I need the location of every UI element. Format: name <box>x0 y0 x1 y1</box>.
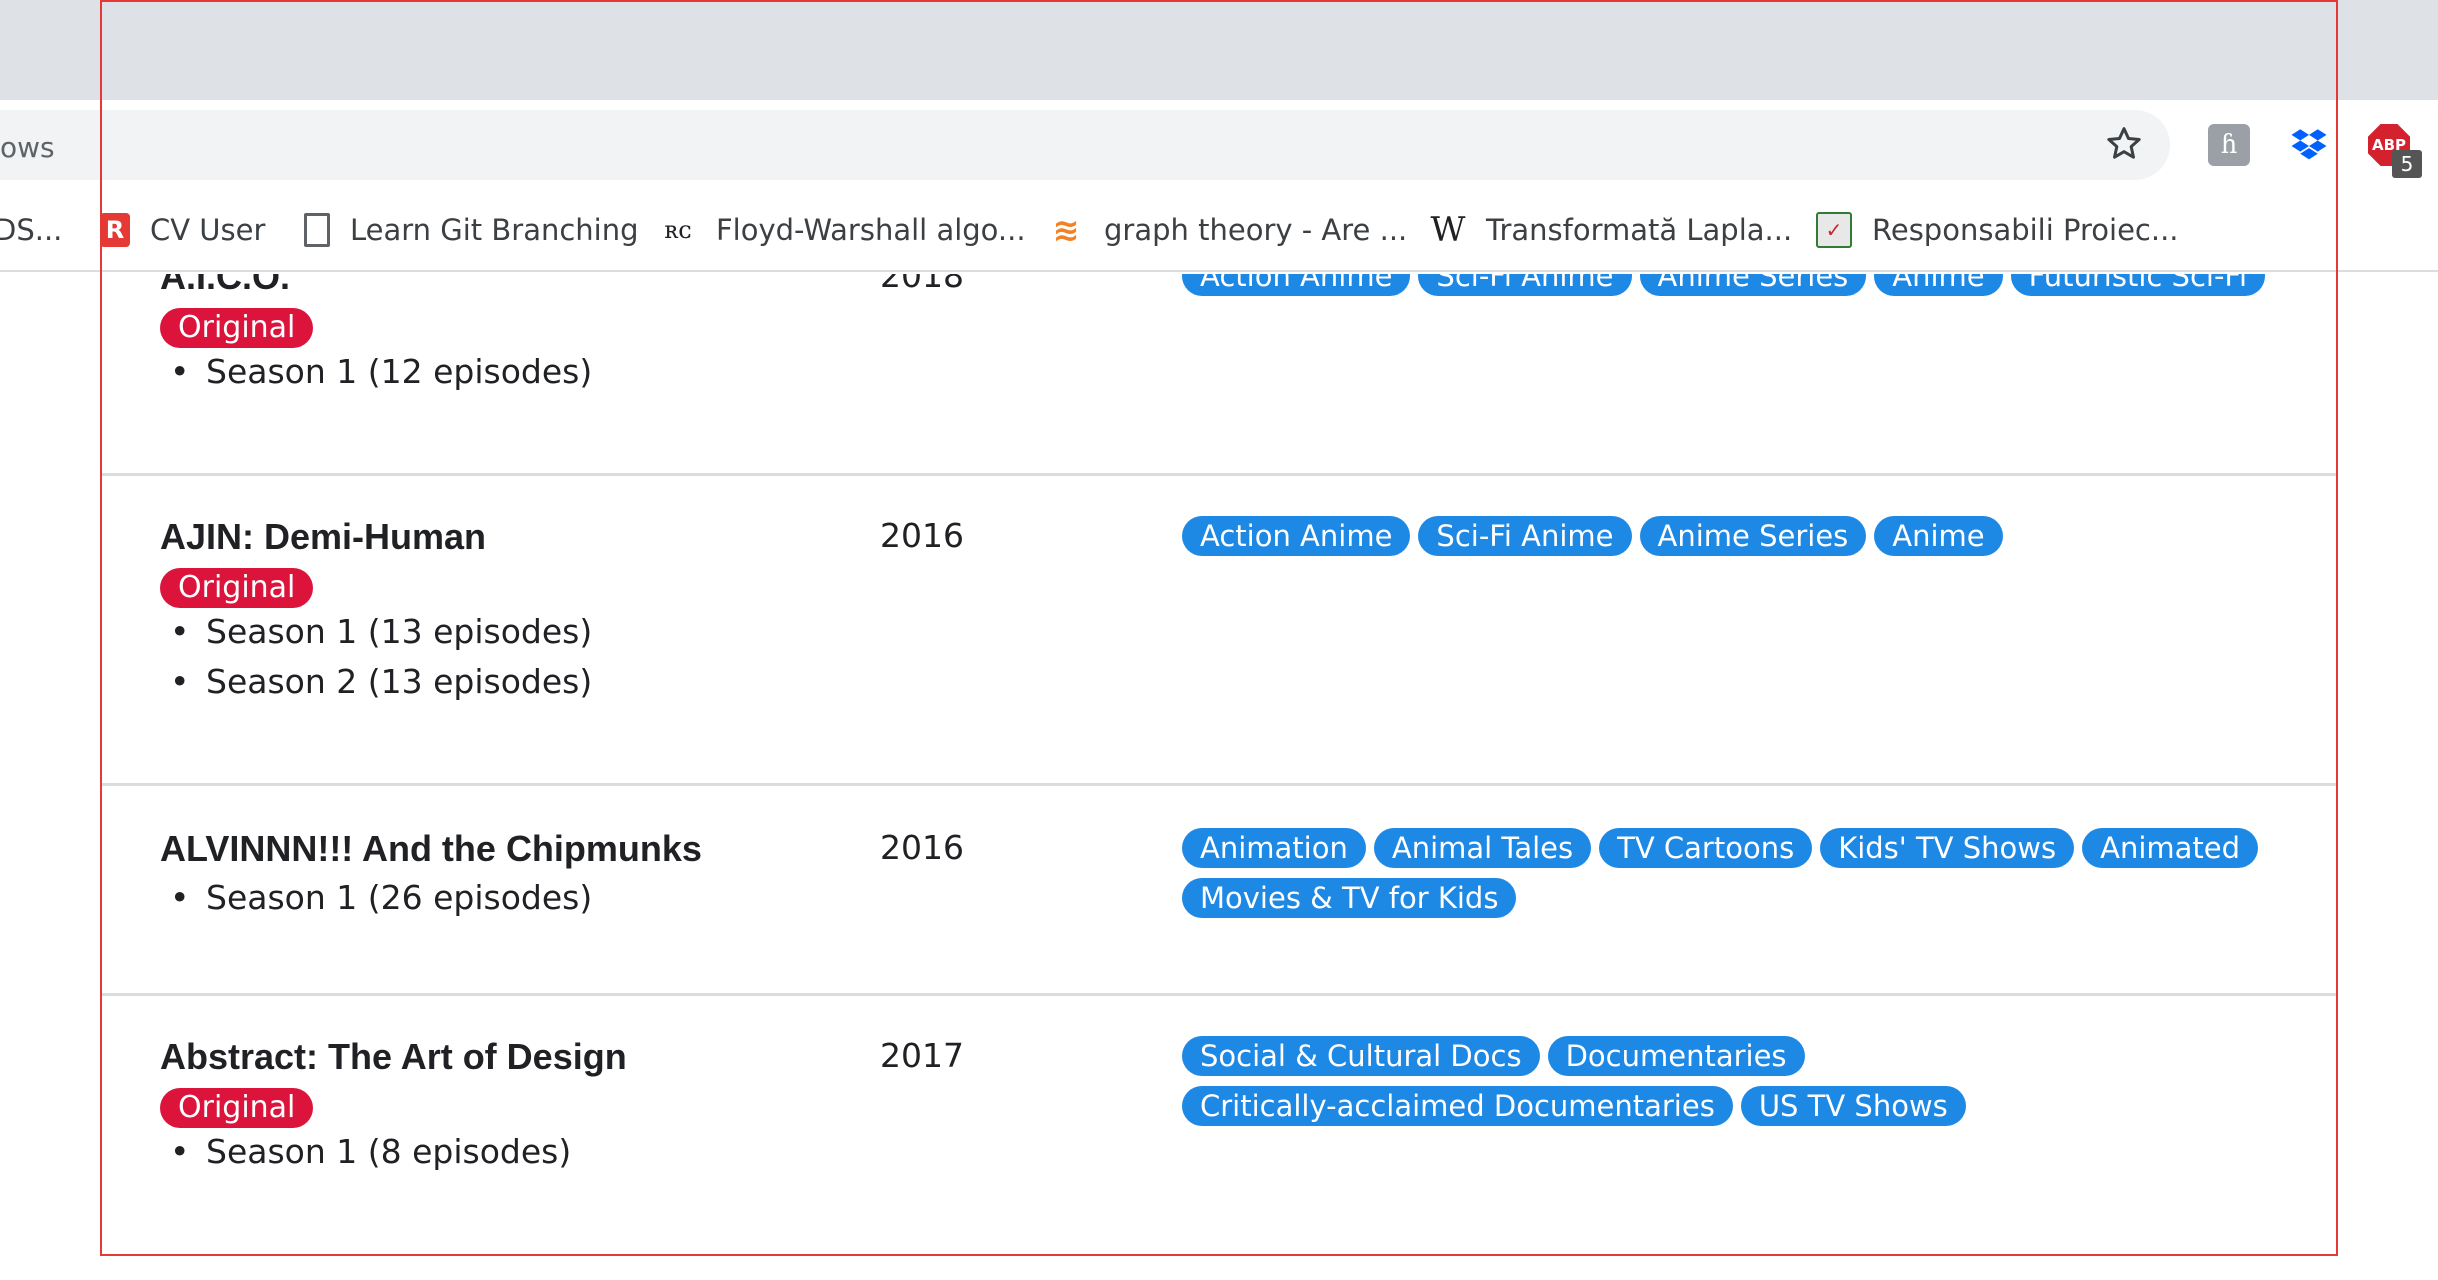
season-item: Season 1 (13 episodes) <box>170 612 592 651</box>
genre-tag[interactable]: Movies & TV for Kids <box>1182 878 1517 918</box>
tab-strip <box>0 0 2438 100</box>
bookmark-item[interactable]: ✓ Responsabili Proiec... <box>1816 206 2179 254</box>
adblock-plus-extension-icon[interactable]: ABP 5 <box>2368 124 2422 178</box>
genre-tags: Action Anime Sci-Fi Anime Anime Series A… <box>1182 516 2282 556</box>
show-year: 2016 <box>880 516 964 555</box>
r-logo-icon: R <box>100 213 130 247</box>
original-badge: Original <box>160 308 314 348</box>
show-year: 2016 <box>880 828 964 867</box>
genre-tag[interactable]: Action Anime <box>1182 516 1411 556</box>
abp-count-badge: 5 <box>2392 150 2422 178</box>
bookmark-label: CV User <box>150 213 266 247</box>
show-row: ALVINNN!!! And the Chipmunks Season 1 (2… <box>100 786 2338 996</box>
address-bar-text: ows <box>0 131 55 164</box>
bookmark-label: Transformată Lapla... <box>1486 213 1793 247</box>
genre-tags: Action Anime Sci-Fi Anime Anime Series A… <box>1182 274 2282 296</box>
highlighter-extension-icon[interactable]: ɦ <box>2208 124 2250 166</box>
dropbox-extension-icon[interactable] <box>2288 124 2330 166</box>
bookmark-item[interactable]: ʀᴄ Floyd-Warshall algo... <box>660 206 1026 254</box>
genre-tag[interactable]: Sci-Fi Anime <box>1418 274 1632 296</box>
bookmark-star-icon[interactable] <box>2104 124 2144 164</box>
stackoverflow-icon: ≋ <box>1052 211 1080 249</box>
checklist-icon: ✓ <box>1816 212 1852 248</box>
bookmark-item[interactable]: W Transformată Lapla... <box>1430 206 1793 254</box>
genre-tag[interactable]: Action Anime <box>1182 274 1411 296</box>
bookmark-item[interactable]: DS... <box>0 206 62 254</box>
show-title[interactable]: Abstract: The Art of Design <box>160 1036 627 1078</box>
rc-logo-icon: ʀᴄ <box>664 216 692 244</box>
bookmark-item[interactable]: R CV User <box>100 206 265 254</box>
bookmark-label: Responsabili Proiec... <box>1872 213 2179 247</box>
genre-tag[interactable]: Documentaries <box>1547 1036 1805 1076</box>
bookmark-label: Floyd-Warshall algo... <box>716 213 1026 247</box>
bookmark-label: graph theory - Are ... <box>1104 213 1408 247</box>
genre-tag[interactable]: Anime Series <box>1639 274 1867 296</box>
genre-tags: Social & Cultural Docs Documentaries Cri… <box>1182 1036 2282 1126</box>
bookmark-item[interactable]: Learn Git Branching <box>304 206 639 254</box>
show-title[interactable]: AJIN: Demi-Human <box>160 516 486 558</box>
season-item: Season 1 (8 episodes) <box>170 1132 571 1171</box>
genre-tag[interactable]: Kids' TV Shows <box>1820 828 2075 868</box>
show-row: A.I.C.O. Original Season 1 (12 episodes)… <box>100 274 2338 476</box>
show-title[interactable]: A.I.C.O. <box>160 274 290 298</box>
bookmark-label: Learn Git Branching <box>350 213 639 247</box>
show-title[interactable]: ALVINNN!!! And the Chipmunks <box>160 828 702 870</box>
season-item: Season 2 (13 episodes) <box>170 662 592 701</box>
genre-tag[interactable]: Critically-acclaimed Documentaries <box>1182 1086 1733 1126</box>
season-item: Season 1 (26 episodes) <box>170 878 592 917</box>
document-icon <box>304 213 330 247</box>
genre-tag[interactable]: Anime Series <box>1639 516 1867 556</box>
genre-tags: Animation Animal Tales TV Cartoons Kids'… <box>1182 828 2282 918</box>
genre-tag[interactable]: Animation <box>1182 828 1366 868</box>
original-badge: Original <box>160 1088 314 1128</box>
genre-tag[interactable]: Animal Tales <box>1373 828 1592 868</box>
genre-tag[interactable]: Social & Cultural Docs <box>1182 1036 1540 1076</box>
genre-tag[interactable]: US TV Shows <box>1740 1086 1966 1126</box>
show-year: 2018 <box>880 274 964 295</box>
bookmark-item[interactable]: ≋ graph theory - Are ... <box>1048 206 1408 254</box>
show-row: Abstract: The Art of Design Original Sea… <box>100 996 2338 1256</box>
shows-list: A.I.C.O. Original Season 1 (12 episodes)… <box>0 274 2438 1280</box>
original-badge: Original <box>160 568 314 608</box>
address-bar[interactable] <box>0 110 2170 180</box>
bookmark-label: DS... <box>0 213 63 247</box>
show-row: AJIN: Demi-Human Original Season 1 (13 e… <box>100 476 2338 786</box>
show-year: 2017 <box>880 1036 964 1075</box>
season-item: Season 1 (12 episodes) <box>170 352 592 391</box>
genre-tag[interactable]: TV Cartoons <box>1599 828 1813 868</box>
genre-tag[interactable]: Futuristic Sci-Fi <box>2010 274 2266 296</box>
genre-tag[interactable]: Sci-Fi Anime <box>1418 516 1632 556</box>
genre-tag[interactable]: Anime <box>1874 516 2003 556</box>
wikipedia-icon: W <box>1430 210 1466 250</box>
genre-tag[interactable]: Animated <box>2082 828 2259 868</box>
genre-tag[interactable]: Anime <box>1874 274 2003 296</box>
